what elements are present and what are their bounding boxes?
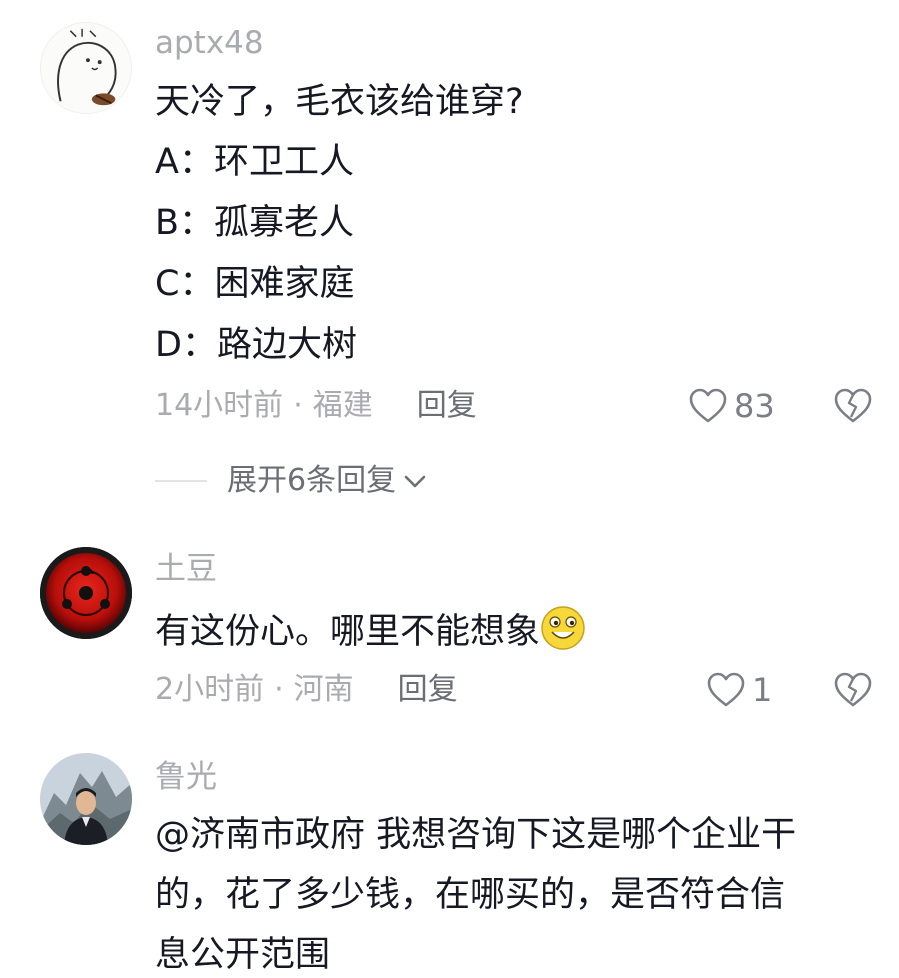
- username[interactable]: 鲁光: [155, 757, 217, 797]
- comment-text-line: 有这份心。哪里不能想象: [155, 605, 586, 654]
- like-button[interactable]: 83: [688, 386, 775, 426]
- broken-heart-icon[interactable]: [833, 387, 873, 425]
- comment-meta: 2小时前 · 河南 回复: [155, 670, 458, 710]
- like-button[interactable]: 1: [706, 670, 772, 710]
- like-count: 1: [752, 671, 773, 709]
- comment-time: 14小时前: [155, 388, 284, 423]
- comment-location: 福建: [312, 388, 373, 423]
- comment-text: 有这份心。哪里不能想象: [155, 612, 541, 652]
- comment-text-line: A：环卫工人: [155, 142, 354, 182]
- expand-replies-label: 展开6条回复: [227, 463, 397, 498]
- grinning-face-emoji: [541, 606, 585, 650]
- meta-separator: ·: [274, 672, 284, 707]
- meta-separator: ·: [293, 388, 303, 423]
- chevron-down-icon: [404, 475, 426, 488]
- comment-location: 河南: [293, 672, 354, 707]
- username[interactable]: aptx48: [155, 23, 264, 63]
- avatar[interactable]: [40, 22, 132, 114]
- avatar[interactable]: [40, 753, 132, 845]
- comment-text-line: B：孤寡老人: [155, 203, 355, 243]
- avatar[interactable]: [40, 547, 132, 639]
- expand-replies-button[interactable]: 展开6条回复: [155, 461, 428, 501]
- reply-button[interactable]: 回复: [417, 386, 477, 426]
- divider: [155, 480, 207, 482]
- comment-text-line: @济南市政府 我想咨询下这是哪个企业干: [155, 815, 797, 855]
- comment-text-line: D：路边大树: [155, 325, 357, 365]
- comment-text-line: C：困难家庭: [155, 264, 355, 304]
- username[interactable]: 土豆: [155, 549, 217, 589]
- comment-list: aptx48 天冷了，毛衣该给谁穿? A：环卫工人 B：孤寡老人 C：困难家庭 …: [0, 0, 899, 978]
- heart-outline-icon: [707, 672, 745, 707]
- comment-text-line: 息公开范围: [155, 935, 331, 975]
- broken-heart-icon[interactable]: [833, 671, 873, 709]
- like-count: 83: [734, 387, 775, 425]
- comment-text-line: 的，花了多少钱，在哪买的，是否符合信: [155, 875, 786, 915]
- heart-outline-icon: [689, 388, 727, 423]
- comment-meta: 14小时前 · 福建 回复: [155, 386, 477, 426]
- reply-button[interactable]: 回复: [398, 670, 458, 710]
- comment-time: 2小时前: [155, 672, 265, 707]
- comment-text-line: 天冷了，毛衣该给谁穿?: [155, 82, 524, 122]
